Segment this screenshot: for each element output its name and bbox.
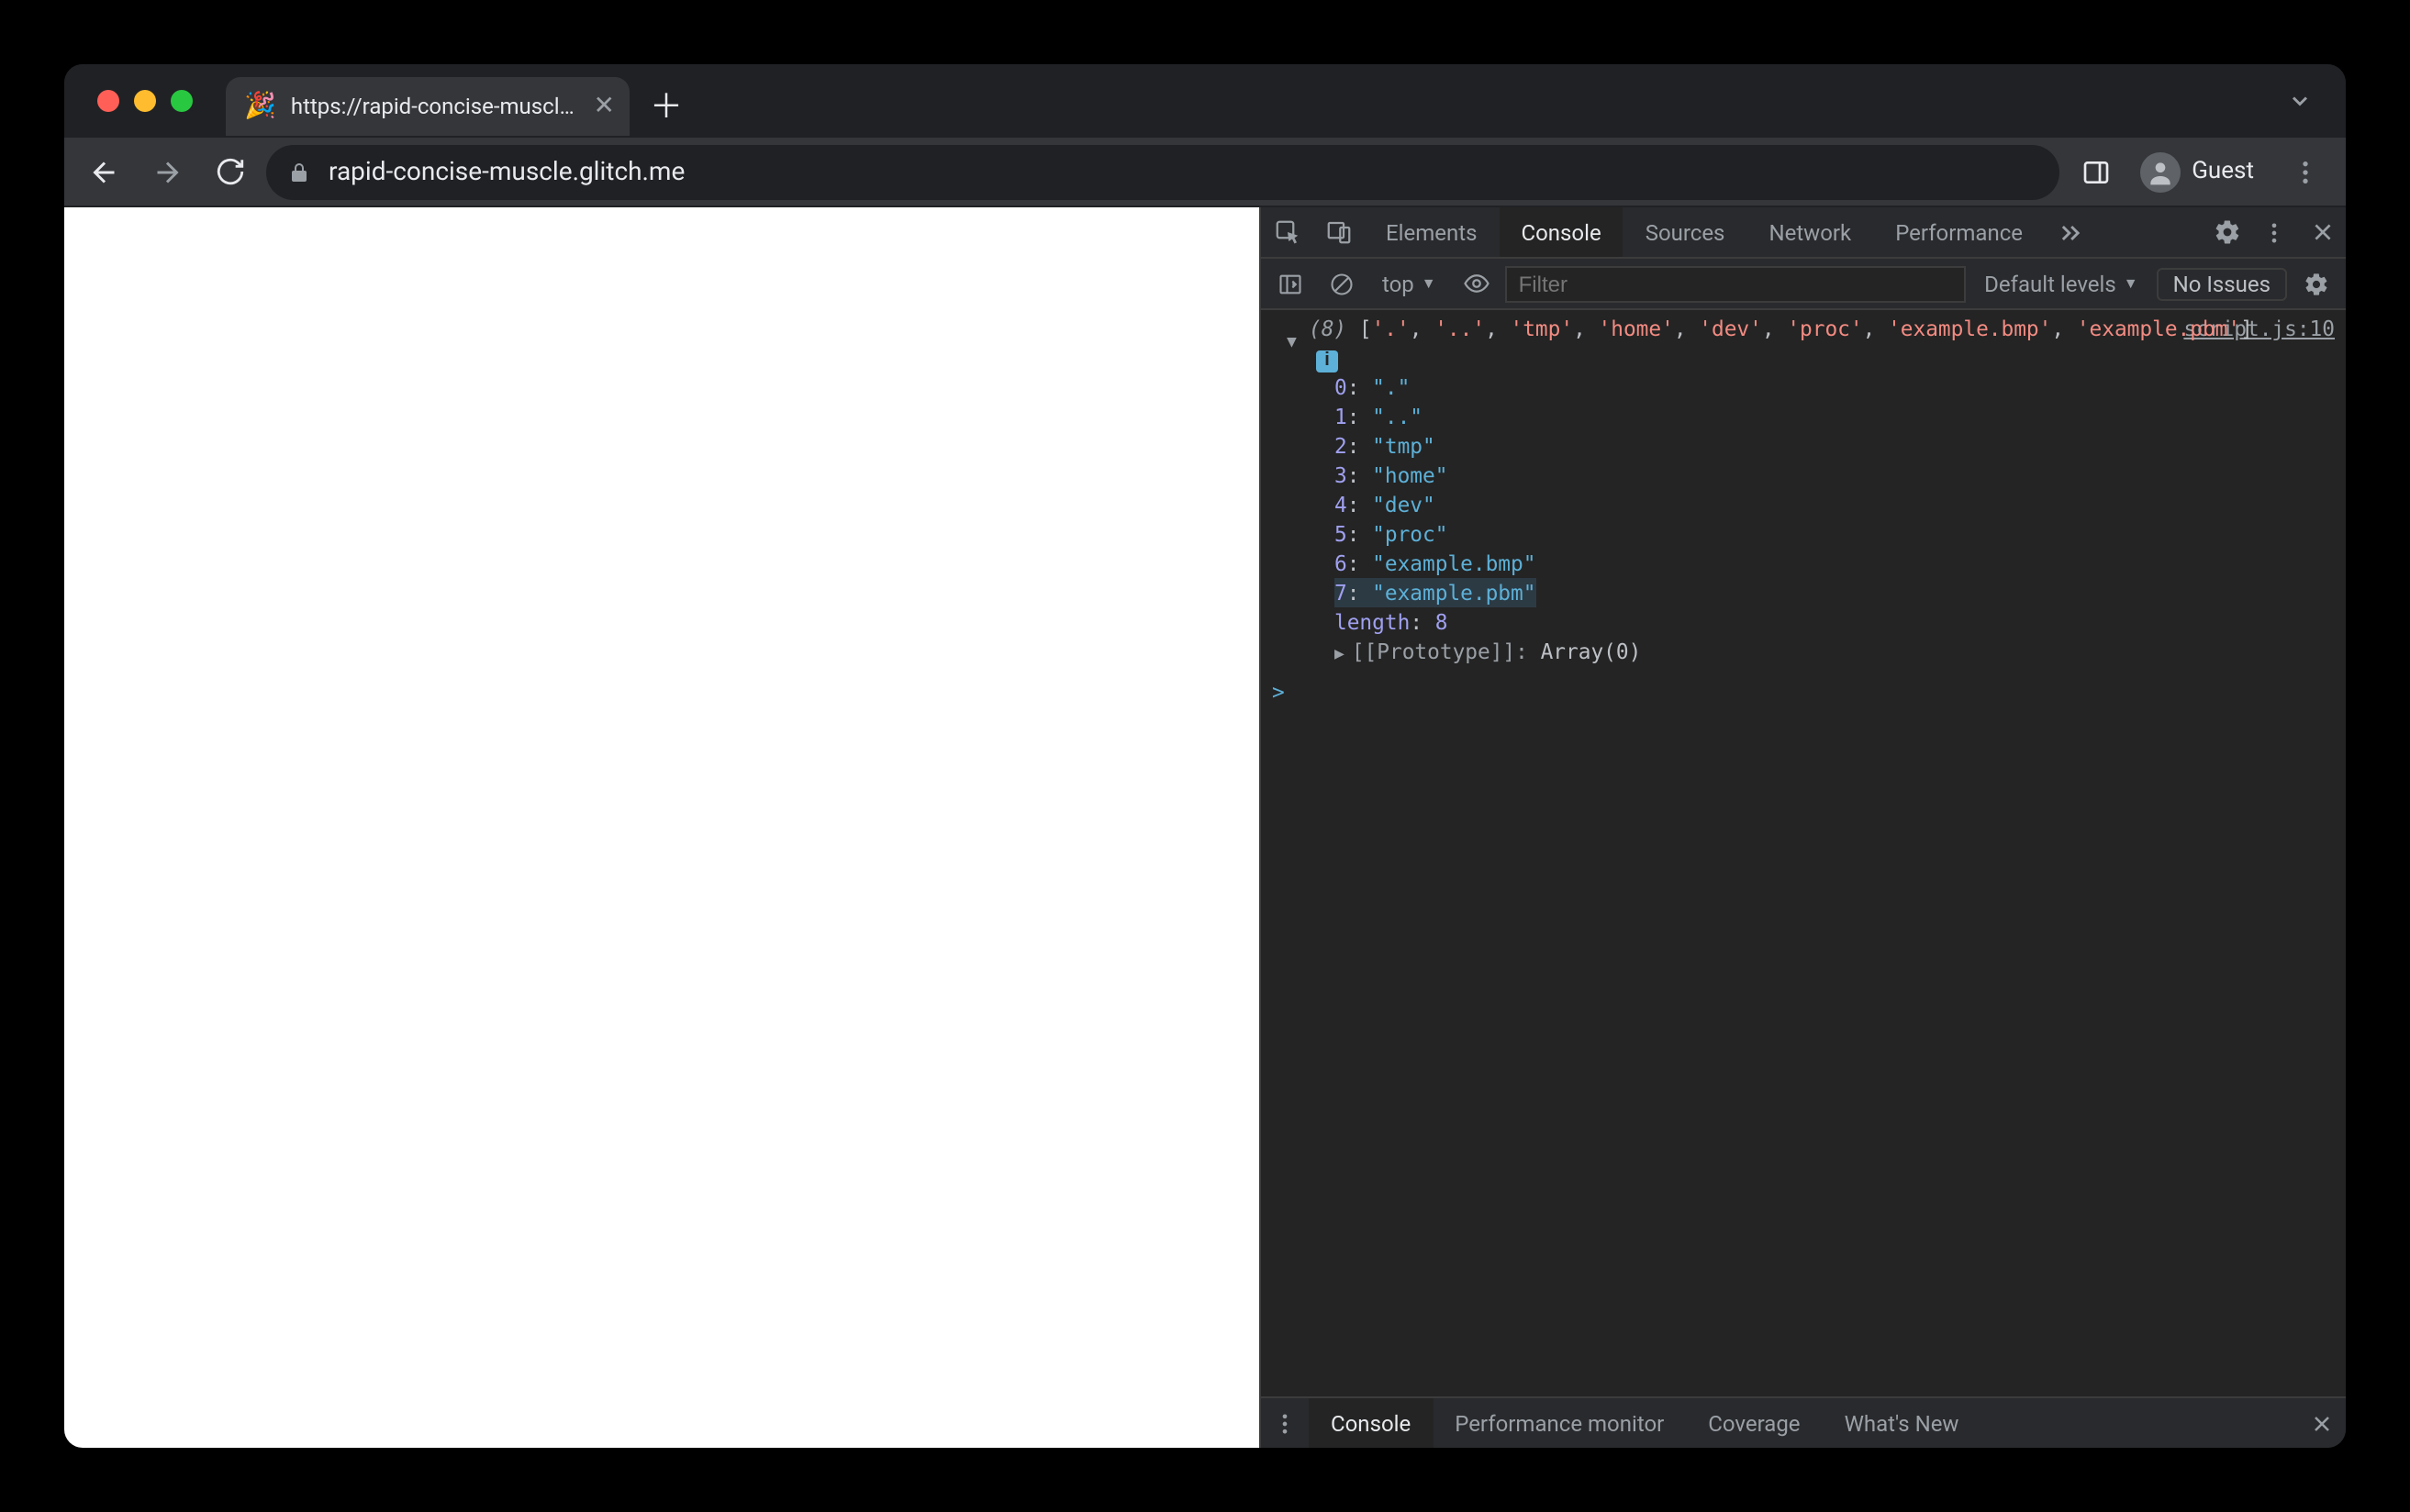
console-log-entry: ▼ (8) ['.', '..', 'tmp', 'home', 'dev', … xyxy=(1261,310,2346,673)
array-entry[interactable]: 2: "tmp" xyxy=(1334,431,2338,461)
devtools-drawer: ConsolePerformance monitorCoverageWhat's… xyxy=(1261,1396,2346,1448)
console-output[interactable]: script.js:10 ▼ (8) ['.', '..', 'tmp', 'h… xyxy=(1261,310,2346,1396)
window-zoom-button[interactable] xyxy=(171,90,193,112)
array-entry[interactable]: 7: "example.pbm" xyxy=(1334,578,1535,607)
lock-icon xyxy=(288,161,310,183)
console-toolbar: top ▼ Default levels ▼ No Issues xyxy=(1261,259,2346,310)
collapse-icon[interactable]: ▼ xyxy=(1287,328,1297,358)
traffic-lights xyxy=(79,90,226,112)
array-entry[interactable]: 4: "dev" xyxy=(1334,490,2338,519)
devtools-menu-icon[interactable] xyxy=(2250,219,2298,245)
issues-button[interactable]: No Issues xyxy=(2157,267,2287,300)
clear-console-icon[interactable] xyxy=(1320,261,1364,306)
browser-tab[interactable]: 🎉 https://rapid-concise-muscle.g ✕ xyxy=(226,77,630,136)
device-toolbar-icon[interactable] xyxy=(1312,207,1364,257)
devtools-tab-performance[interactable]: Performance xyxy=(1873,207,2045,257)
profile-label: Guest xyxy=(2192,158,2254,185)
devtools-tab-console[interactable]: Console xyxy=(1499,207,1623,257)
array-entry[interactable]: 0: "." xyxy=(1334,372,2338,402)
devtools-tab-network[interactable]: Network xyxy=(1746,207,1873,257)
live-expression-icon[interactable] xyxy=(1455,261,1499,306)
chevron-down-icon: ▼ xyxy=(1422,275,1436,292)
drawer-close-icon[interactable] xyxy=(2298,1398,2346,1448)
length-value: 8 xyxy=(1435,609,1448,635)
expand-icon[interactable]: ▶ xyxy=(1334,640,1344,670)
context-label: top xyxy=(1382,271,1414,296)
tab-favicon-icon: 🎉 xyxy=(244,92,276,121)
devtools-settings-icon[interactable] xyxy=(2203,218,2250,246)
array-entry[interactable]: 1: ".." xyxy=(1334,402,2338,431)
console-prompt[interactable]: > xyxy=(1261,673,2346,710)
drawer-menu-icon[interactable] xyxy=(1261,1398,1309,1448)
proto-label: [[Prototype]] xyxy=(1352,639,1515,664)
array-summary[interactable]: (8) ['.', '..', 'tmp', 'home', 'dev', 'p… xyxy=(1309,314,2338,343)
side-panel-icon[interactable] xyxy=(2070,146,2122,197)
array-entry[interactable]: 3: "home" xyxy=(1334,461,2338,490)
array-entry[interactable]: 6: "example.bmp" xyxy=(1334,549,2338,578)
devtools-close-icon[interactable] xyxy=(2298,220,2346,244)
url-text: rapid-concise-muscle.glitch.me xyxy=(329,157,685,186)
execution-context-selector[interactable]: top ▼ xyxy=(1371,271,1447,296)
browser-toolbar: rapid-concise-muscle.glitch.me Guest xyxy=(64,138,2346,207)
console-sidebar-toggle-icon[interactable] xyxy=(1268,261,1312,306)
tab-strip: 🎉 https://rapid-concise-muscle.g ✕ ＋ xyxy=(64,64,2346,138)
reload-button[interactable] xyxy=(204,146,255,197)
window-minimize-button[interactable] xyxy=(134,90,156,112)
avatar-icon xyxy=(2140,151,2181,192)
drawer-tab-what's-new[interactable]: What's New xyxy=(1823,1398,1981,1448)
info-icon[interactable]: i xyxy=(1316,350,1338,372)
inspect-element-icon[interactable] xyxy=(1261,207,1312,257)
log-levels-selector[interactable]: Default levels ▼ xyxy=(1973,271,2148,296)
forward-button[interactable] xyxy=(141,146,193,197)
drawer-tab-performance-monitor[interactable]: Performance monitor xyxy=(1433,1398,1686,1448)
drawer-tab-coverage[interactable]: Coverage xyxy=(1686,1398,1822,1448)
more-tabs-icon[interactable] xyxy=(2045,207,2096,257)
proto-value: Array(0) xyxy=(1541,639,1642,664)
devtools-panel: ElementsConsoleSourcesNetworkPerformance xyxy=(1259,207,2346,1448)
tab-title: https://rapid-concise-muscle.g xyxy=(291,94,579,119)
length-property: length xyxy=(1334,609,1410,635)
array-count: (8) xyxy=(1309,316,1346,341)
window-menu-icon[interactable] xyxy=(2269,88,2331,114)
drawer-tab-console[interactable]: Console xyxy=(1309,1398,1433,1448)
console-filter-input[interactable] xyxy=(1506,265,1967,302)
browser-window: 🎉 https://rapid-concise-muscle.g ✕ ＋ xyxy=(64,64,2346,1448)
tab-close-icon[interactable]: ✕ xyxy=(594,92,615,121)
levels-label: Default levels xyxy=(1984,271,2116,296)
content-area: ElementsConsoleSourcesNetworkPerformance xyxy=(64,207,2346,1448)
array-entry[interactable]: 5: "proc" xyxy=(1334,519,2338,549)
devtools-tab-bar: ElementsConsoleSourcesNetworkPerformance xyxy=(1261,207,2346,259)
browser-menu-icon[interactable] xyxy=(2280,146,2331,197)
prototype-row[interactable]: ▶[[Prototype]]: Array(0) xyxy=(1309,637,2338,670)
page-viewport[interactable] xyxy=(64,207,1259,1448)
address-bar[interactable]: rapid-concise-muscle.glitch.me xyxy=(266,144,2059,199)
profile-button[interactable]: Guest xyxy=(2133,148,2269,195)
window-close-button[interactable] xyxy=(97,90,119,112)
devtools-tab-sources[interactable]: Sources xyxy=(1623,207,1747,257)
console-settings-icon[interactable] xyxy=(2294,261,2338,306)
back-button[interactable] xyxy=(79,146,130,197)
devtools-tab-elements[interactable]: Elements xyxy=(1364,207,1499,257)
chevron-down-icon: ▼ xyxy=(2124,275,2138,292)
new-tab-button[interactable]: ＋ xyxy=(641,79,692,130)
array-summary-values: ['.', '..', 'tmp', 'home', 'dev', 'proc'… xyxy=(1359,316,2253,341)
